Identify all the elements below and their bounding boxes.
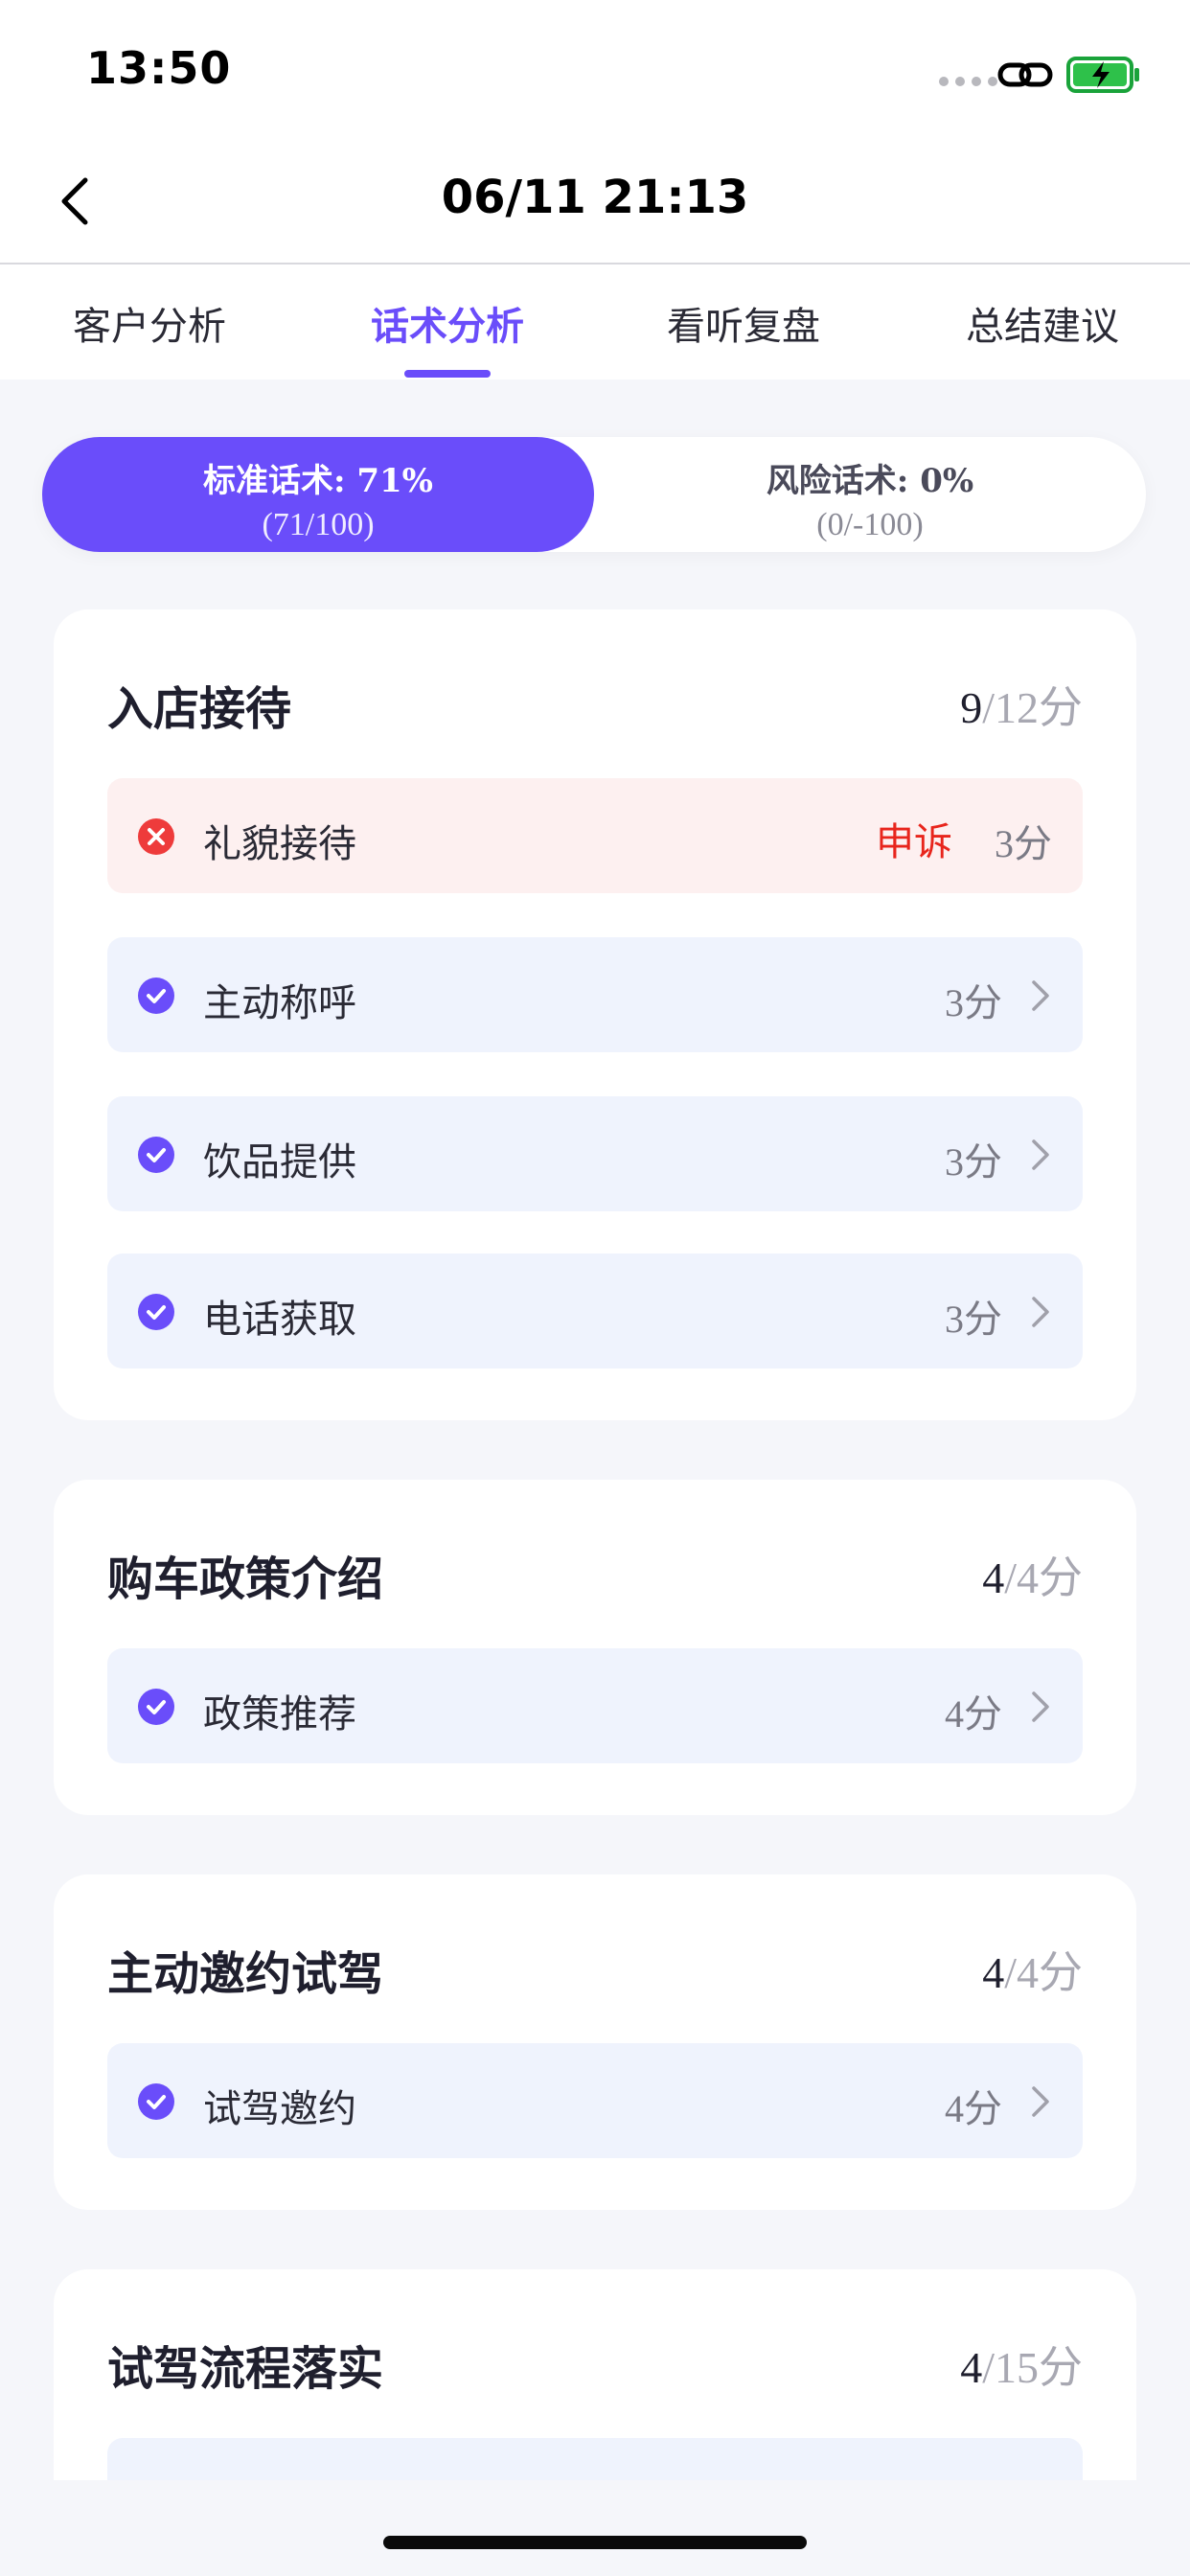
item-score: 4分 <box>945 1692 1002 1736</box>
list-item[interactable]: 主动称呼 3分 <box>107 937 1083 1052</box>
section-score: 4/4分 <box>982 1938 1083 2001</box>
check-circle-icon <box>138 2083 174 2120</box>
check-circle-icon <box>138 1689 174 1725</box>
item-score: 3分 <box>995 822 1052 865</box>
item-label: 礼貌接待 <box>203 822 356 866</box>
section-score-total: /15分 <box>982 2343 1083 2392</box>
tab-active-indicator <box>404 370 491 378</box>
item-label: 试驾邀约 <box>203 2087 356 2131</box>
list-item[interactable]: 试驾邀约 4分 <box>107 2043 1083 2158</box>
segment-standard[interactable]: 标准话术: 71% (71/100) <box>42 437 594 552</box>
chevron-right-icon <box>1032 1139 1049 1170</box>
chevron-right-icon <box>1032 2086 1049 2117</box>
item-score: 3分 <box>945 1298 1002 1341</box>
section-score: 4/15分 <box>960 2333 1083 2396</box>
tab-bar: 客户分析 话术分析 看听复盘 总结建议 <box>0 266 1190 380</box>
page-title: 06/11 21:13 <box>441 171 749 224</box>
segment-risk-sub: (0/-100) <box>816 507 924 542</box>
segment-standard-sub: (71/100) <box>262 507 375 542</box>
navigation-bar: 06/11 21:13 <box>0 144 1190 264</box>
speech-type-segment: 标准话术: 71% (71/100) 风险话术: 0% (0/-100) <box>42 437 1146 552</box>
segment-risk-label: 风险话术: 0% <box>766 462 974 500</box>
signal-dots-icon <box>939 77 997 86</box>
item-score: 3分 <box>945 1140 1002 1184</box>
segment-risk[interactable]: 风险话术: 0% (0/-100) <box>594 437 1146 552</box>
tab-summary[interactable]: 总结建议 <box>918 295 1167 351</box>
item-label: 电话获取 <box>203 1298 356 1342</box>
section-score-total: /4分 <box>1004 1948 1083 1997</box>
section-score: 4/4分 <box>982 1543 1083 1606</box>
link-icon <box>997 62 1053 87</box>
bottom-safe-area <box>0 2480 1190 2576</box>
list-item[interactable]: 饮品提供 3分 <box>107 1096 1083 1211</box>
item-label: 主动称呼 <box>203 981 356 1025</box>
item-score: 3分 <box>945 981 1002 1024</box>
error-icon <box>138 818 174 855</box>
list-item[interactable]: 礼貌接待 申诉 3分 <box>107 778 1083 893</box>
section-title: 试驾流程落实 <box>107 2342 384 2396</box>
list-item[interactable]: 政策推荐 4分 <box>107 1648 1083 1763</box>
section-title: 购车政策介绍 <box>107 1552 384 1606</box>
home-indicator[interactable] <box>383 2536 807 2549</box>
section-card: 入店接待 9/12分 礼貌接待 申诉 3分 主动称呼 3分 饮品提供 3分 电话… <box>54 610 1136 1420</box>
section-score: 9/12分 <box>960 673 1083 736</box>
status-bar: 13:50 <box>0 0 1190 144</box>
chevron-right-icon <box>1032 980 1049 1011</box>
item-label: 政策推荐 <box>203 1692 356 1736</box>
section-score-got: 9 <box>960 683 983 732</box>
tab-speech-analysis[interactable]: 话术分析 <box>323 295 572 351</box>
check-circle-icon <box>138 1294 174 1330</box>
segment-standard-label: 标准话术: 71% <box>202 462 433 500</box>
check-circle-icon <box>138 978 174 1014</box>
chevron-right-icon <box>1032 1691 1049 1722</box>
item-label: 饮品提供 <box>203 1140 356 1184</box>
chevron-right-icon <box>1032 1297 1049 1327</box>
section-score-total: /4分 <box>1004 1553 1083 1602</box>
section-score-total: /12分 <box>982 683 1083 732</box>
check-circle-icon <box>138 1137 174 1173</box>
status-time: 13:50 <box>86 42 232 94</box>
battery-charging-icon <box>1066 57 1139 93</box>
section-card: 购车政策介绍 4/4分 政策推荐 4分 <box>54 1480 1136 1815</box>
list-item[interactable]: 电话获取 3分 <box>107 1254 1083 1368</box>
section-card: 主动邀约试驾 4/4分 试驾邀约 4分 <box>54 1874 1136 2210</box>
section-score-got: 4 <box>960 2343 983 2392</box>
section-score-got: 4 <box>982 1553 1005 1602</box>
section-score-got: 4 <box>982 1948 1005 1997</box>
tab-customer-analysis[interactable]: 客户分析 <box>25 295 274 351</box>
appeal-button[interactable]: 申诉 <box>876 811 952 866</box>
section-title: 主动邀约试驾 <box>107 1947 384 2001</box>
tab-review[interactable]: 看听复盘 <box>619 295 868 351</box>
section-title: 入店接待 <box>107 682 292 736</box>
item-score: 4分 <box>945 2087 1002 2130</box>
